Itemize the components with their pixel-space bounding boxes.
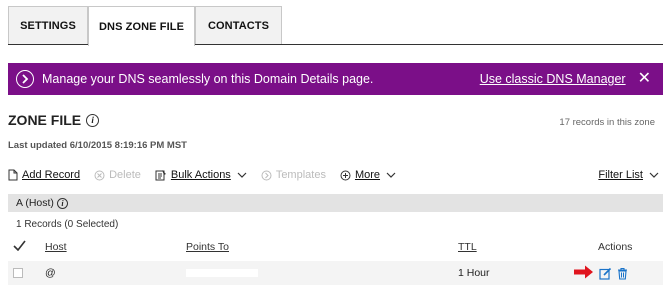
- add-record-button[interactable]: Add Record: [8, 169, 80, 181]
- classic-dns-link[interactable]: Use classic DNS Manager: [480, 72, 626, 86]
- templates-label: Templates: [275, 169, 326, 181]
- tab-bar: SETTINGS DNS ZONE FILE CONTACTS: [8, 6, 282, 46]
- banner-message: Manage your DNS seamlessly on this Domai…: [42, 72, 374, 86]
- select-all-checkmark-icon[interactable]: [13, 240, 26, 254]
- points-to-cell: [186, 269, 258, 277]
- host-column-header[interactable]: Host: [45, 241, 67, 253]
- templates-icon: [261, 170, 272, 181]
- filter-list-label: Filter List: [598, 169, 643, 181]
- records-selected: 1 Records (0 Selected): [16, 219, 119, 230]
- chevron-down-icon: [237, 172, 247, 178]
- ttl-column-header[interactable]: TTL: [458, 241, 477, 253]
- edit-icon[interactable]: [599, 267, 612, 280]
- bulk-actions-icon: [155, 169, 167, 181]
- actions-column-header: Actions: [598, 241, 633, 253]
- table-row: @ 1 Hour: [8, 261, 663, 285]
- points-to-column-header[interactable]: Points To: [186, 241, 229, 253]
- tab-dns-zone-file[interactable]: DNS ZONE FILE: [88, 6, 195, 46]
- info-icon[interactable]: i: [56, 197, 68, 209]
- delete-icon: [94, 170, 105, 181]
- delete-button[interactable]: Delete: [94, 169, 141, 181]
- info-icon[interactable]: i: [86, 113, 100, 127]
- tab-contacts[interactable]: CONTACTS: [195, 6, 282, 45]
- chevron-down-icon: [386, 172, 396, 178]
- bulk-actions-label: Bulk Actions: [170, 169, 231, 181]
- chevron-right-icon: [16, 70, 34, 88]
- more-label: More: [354, 169, 381, 181]
- red-arrow-icon: [574, 265, 594, 282]
- records-count: 17 records in this zone: [559, 117, 655, 128]
- trash-icon[interactable]: [617, 267, 628, 280]
- section-title: A (Host): [16, 197, 54, 209]
- close-icon[interactable]: ✕: [638, 71, 651, 87]
- host-cell: @: [45, 267, 56, 279]
- table-header: Host Points To TTL Actions: [8, 238, 663, 258]
- add-record-label: Add Record: [22, 169, 81, 181]
- section-header-a-host[interactable]: A (Host) i: [8, 194, 663, 212]
- delete-label: Delete: [109, 169, 141, 181]
- row-actions: [574, 265, 628, 282]
- document-icon: [8, 169, 18, 181]
- page-title: ZONE FILE i: [8, 112, 100, 128]
- more-button[interactable]: More: [340, 169, 396, 181]
- filter-list-button[interactable]: Filter List: [598, 169, 659, 181]
- ttl-cell: 1 Hour: [458, 267, 490, 279]
- zone-title-text: ZONE FILE: [8, 112, 82, 128]
- chevron-down-icon: [649, 172, 659, 178]
- info-banner: Manage your DNS seamlessly on this Domai…: [8, 63, 663, 95]
- templates-button[interactable]: Templates: [261, 169, 326, 181]
- last-updated: Last updated 6/10/2015 8:19:16 PM MST: [8, 140, 187, 151]
- more-icon: [340, 170, 351, 181]
- toolbar: Add Record Delete Bulk Actions Templates…: [8, 167, 663, 183]
- row-checkbox[interactable]: [13, 268, 23, 278]
- tab-settings[interactable]: SETTINGS: [8, 6, 88, 45]
- bulk-actions-button[interactable]: Bulk Actions: [155, 169, 247, 181]
